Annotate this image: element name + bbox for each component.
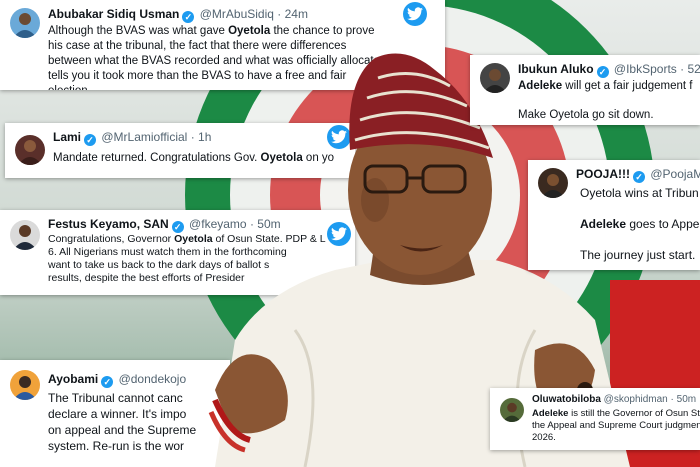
verified-badge-icon: ✓ [633, 171, 645, 183]
tweet-header: Abubakar Sidiq Usman ✓ @MrAbuSidiq · 24m [48, 7, 308, 23]
author-name: Ayobami [48, 372, 99, 386]
verified-badge-icon: ✓ [84, 134, 97, 146]
tweet-text: Oyetola wins at Tribun Adeleke goes to A… [580, 186, 700, 262]
author-name: Ibukun Aluko [518, 62, 594, 76]
verified-badge-icon: ✓ [182, 11, 195, 23]
author-name: Festus Keyamo, SAN [48, 217, 169, 231]
author-handle[interactable]: @IbkSports [614, 62, 677, 76]
tweet-header: Ayobami ✓ @dondekojo [48, 372, 186, 388]
avatar [480, 63, 510, 93]
tweet-time[interactable]: · 50m [671, 394, 697, 405]
tweet-header: Oluwatobiloba @skophidman · 50m [532, 394, 696, 405]
author-name: Abubakar Sidiq Usman [48, 7, 180, 21]
tweet-time[interactable]: · 24m [277, 7, 308, 21]
tweet-header: Ibukun Aluko✓ @IbkSports · 52m [518, 62, 700, 78]
author-name: Oluwatobiloba [532, 394, 601, 405]
author-name: POOJA!!! [576, 167, 630, 181]
tweet-text: Adeleke will get a fair judgement f Make… [518, 80, 693, 121]
verified-badge-icon: ✓ [101, 376, 114, 388]
tweet-card-oluwatobiloba[interactable]: Oluwatobiloba @skophidman · 50m Adeleke … [490, 388, 700, 450]
author-handle[interactable]: @PoojaM [650, 167, 700, 181]
avatar [500, 398, 524, 422]
tweet-time[interactable]: · 52m [680, 62, 700, 76]
twitter-bird-icon [403, 2, 427, 26]
avatar [10, 370, 40, 400]
tweet-text: Adeleke is still the Governor of Osun St… [532, 408, 700, 443]
author-name: Lami [53, 130, 82, 144]
avatar [10, 220, 40, 250]
mention-adeleke: Adeleke [532, 408, 569, 419]
mention-adeleke: Adeleke [518, 80, 563, 92]
tweet-header: POOJA!!! ✓ @PoojaM [576, 167, 700, 183]
verified-badge-icon: ✓ [596, 66, 609, 78]
author-handle[interactable]: @skophidman [604, 394, 668, 405]
avatar [15, 135, 45, 165]
avatar [538, 168, 568, 198]
author-handle[interactable]: @MrAbuSidiq [200, 7, 274, 21]
mention-adeleke: Adeleke [580, 217, 627, 231]
tweet-card-ibukun[interactable]: Ibukun Aluko✓ @IbkSports · 52m Adeleke w… [470, 55, 700, 125]
avatar [10, 8, 40, 38]
mention-oyetola: Oyetola [228, 25, 271, 37]
tweet-card-pooja[interactable]: POOJA!!! ✓ @PoojaM Oyetola wins at Tribun… [528, 160, 700, 270]
